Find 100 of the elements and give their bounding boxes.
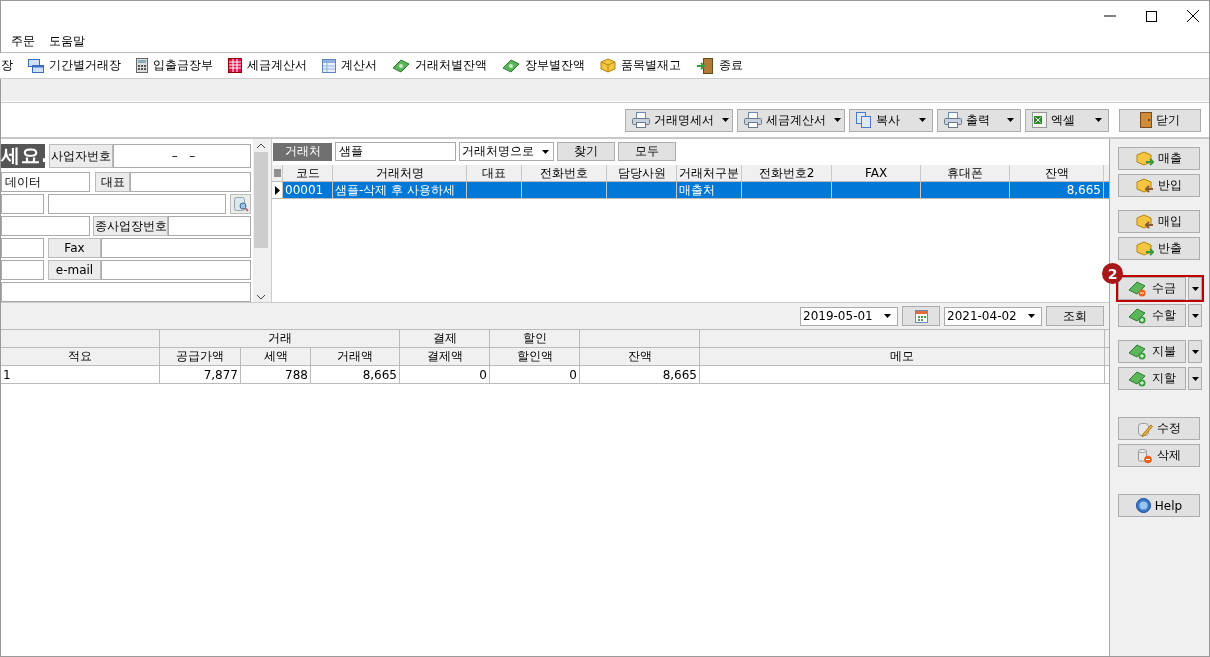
text-field[interactable] xyxy=(1,282,251,302)
lookup-icon xyxy=(232,196,249,212)
toolbar-button[interactable]: 장부별잔액 xyxy=(496,57,594,74)
text-field[interactable] xyxy=(1,216,90,236)
column-header[interactable]: 전화번호2 xyxy=(742,165,832,181)
table-row[interactable]: 00001 샘플-삭제 후 사용하세 매출처 8,665 xyxy=(272,182,1109,199)
dropdown-button[interactable] xyxy=(1188,340,1202,363)
column-header[interactable]: 대표 xyxy=(467,165,522,181)
table-cell: 1 xyxy=(3,367,11,382)
printer-icon xyxy=(632,112,650,128)
dropdown-button[interactable] xyxy=(1188,304,1202,327)
text-field[interactable] xyxy=(1,194,44,214)
column-header[interactable]: 잔액 xyxy=(1010,165,1104,181)
toolbar-button[interactable]: 계산서 xyxy=(316,57,386,74)
exit-door-icon xyxy=(696,57,714,74)
column-header[interactable]: 할인액 xyxy=(490,348,580,365)
toolbar-button[interactable]: 복사 xyxy=(849,108,933,132)
date-picker[interactable]: 2019-05-01 xyxy=(800,306,898,326)
search-button[interactable]: 찾기 xyxy=(557,142,615,161)
field-label: Fax xyxy=(48,238,101,258)
sidebar-button[interactable]: 지불 xyxy=(1118,340,1186,363)
sidebar-button[interactable]: 반입 xyxy=(1118,174,1200,197)
column-header[interactable]: 코드 xyxy=(283,165,333,181)
text-field[interactable] xyxy=(101,260,251,280)
table-cell: 8,665 xyxy=(662,367,697,382)
search-button[interactable]: 모두 xyxy=(618,142,676,161)
caret-icon xyxy=(1095,118,1102,122)
field-label: e-mail xyxy=(48,260,101,280)
pencil-icon xyxy=(1137,420,1153,437)
column-header[interactable]: 거래처명 xyxy=(333,165,467,181)
toolbar-button[interactable]: 엑셀 xyxy=(1025,108,1109,132)
column-header[interactable]: 적요 xyxy=(1,348,160,365)
text-field[interactable] xyxy=(168,216,251,236)
text-field[interactable] xyxy=(1,238,44,258)
help-icon xyxy=(1135,498,1151,513)
search-mode-dropdown[interactable]: 거래처명으로 xyxy=(459,142,554,161)
menu-item[interactable]: 도움말 xyxy=(49,33,85,50)
toolbar-button[interactable]: 세금계산서 xyxy=(737,108,845,132)
toolbar-button[interactable]: 입출금장부 xyxy=(130,57,222,74)
sidebar-button[interactable]: 수정 xyxy=(1118,417,1200,440)
column-header[interactable]: 전화번호 xyxy=(522,165,607,181)
sidebar-button[interactable]: 지할 xyxy=(1118,367,1186,390)
text-field[interactable] xyxy=(101,238,251,258)
date-picker[interactable]: 2021-04-02 xyxy=(944,306,1042,326)
column-header[interactable]: 휴대폰 xyxy=(921,165,1010,181)
spreadsheet-icon xyxy=(228,58,242,73)
table-cell: 00001 xyxy=(285,183,324,197)
column-header[interactable]: 메모 xyxy=(700,348,1105,365)
sidebar-button[interactable]: 매입 xyxy=(1118,210,1200,233)
calendar-button[interactable] xyxy=(902,306,940,326)
sidebar-button[interactable]: 반출 xyxy=(1118,237,1200,260)
sidebar-button[interactable]: 수금 xyxy=(1118,277,1186,300)
scroll-up-icon[interactable] xyxy=(257,143,265,148)
grid-menu-icon[interactable] xyxy=(273,168,281,178)
text-field[interactable] xyxy=(1,260,44,280)
table-icon xyxy=(322,58,336,73)
toolbar-button[interactable]: 거래명세서 xyxy=(625,108,733,132)
dropdown-button[interactable] xyxy=(1188,367,1202,390)
toolbar-button[interactable]: 종료 xyxy=(690,57,752,74)
dropdown-button[interactable] xyxy=(1188,277,1202,300)
sidebar-button[interactable]: 수할 xyxy=(1118,304,1186,327)
menu-item[interactable]: 주문 xyxy=(11,33,35,50)
caret-icon xyxy=(834,118,841,122)
sidebar-button[interactable]: 매출 xyxy=(1118,147,1200,170)
title-label: 세요. xyxy=(1,144,45,168)
column-header[interactable]: 세액 xyxy=(241,348,311,365)
column-header[interactable]: 거래액 xyxy=(311,348,400,365)
scrollbar-thumb[interactable] xyxy=(254,152,268,248)
box-icon xyxy=(1136,240,1154,257)
database-icon xyxy=(1137,447,1153,464)
search-field[interactable]: 샘플 xyxy=(335,142,456,161)
table-cell: 매출처 xyxy=(679,182,715,198)
lookup-button[interactable] xyxy=(230,194,251,214)
toolbar-button[interactable]: 품목별재고 xyxy=(594,57,690,74)
column-group-header: 거래 xyxy=(267,330,292,347)
column-header[interactable]: 공급가액 xyxy=(160,348,241,365)
field-label: 사업자번호 xyxy=(49,144,113,168)
maximize-icon[interactable] xyxy=(1146,10,1157,22)
text-field[interactable]: 데이터 xyxy=(1,172,90,192)
toolbar-button[interactable]: 장 xyxy=(0,57,22,74)
text-field[interactable]: – – xyxy=(113,144,251,168)
toolbar-button[interactable]: 거래처별잔액 xyxy=(386,57,496,74)
column-header[interactable]: 잔액 xyxy=(580,348,700,365)
scroll-down-icon[interactable] xyxy=(257,295,265,300)
search-button[interactable]: 조회 xyxy=(1046,306,1104,326)
column-header[interactable]: FAX xyxy=(832,165,921,181)
toolbar-button[interactable]: 출력 xyxy=(937,108,1021,132)
toolbar-button[interactable]: 닫기 xyxy=(1119,108,1201,132)
table-cell: 7,877 xyxy=(203,367,238,382)
toolbar-button[interactable]: 기간별거래장 xyxy=(22,57,130,74)
column-header[interactable]: 담당사원 xyxy=(607,165,677,181)
sidebar-button[interactable]: Help xyxy=(1118,494,1200,517)
column-header[interactable]: 거래처구분 xyxy=(677,165,742,181)
close-icon[interactable] xyxy=(1187,10,1199,22)
text-field[interactable] xyxy=(48,194,226,214)
column-header[interactable]: 결제액 xyxy=(400,348,490,365)
text-field[interactable] xyxy=(130,172,251,192)
table-cell: 788 xyxy=(285,367,308,382)
sidebar-button[interactable]: 삭제 xyxy=(1118,444,1200,467)
toolbar-button[interactable]: 세금계산서 xyxy=(222,57,316,74)
